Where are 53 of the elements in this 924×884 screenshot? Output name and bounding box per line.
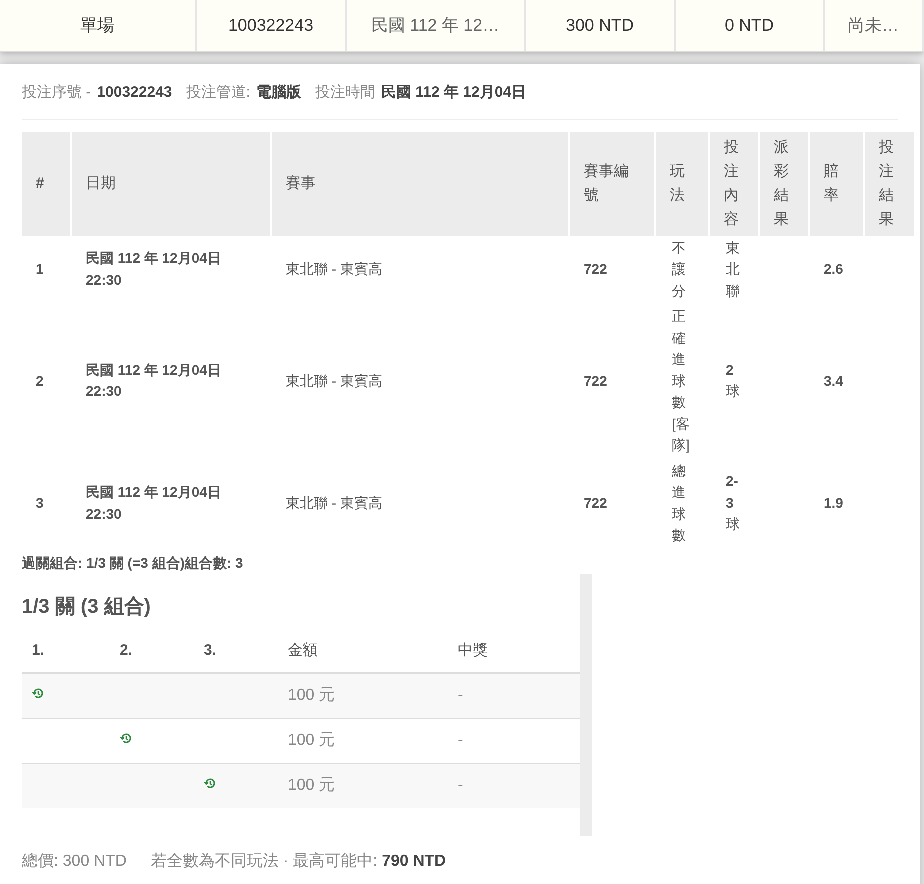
column-header: 賽事編號	[570, 132, 654, 236]
table-cell-text: 1.9	[823, 494, 844, 513]
info-value: 民國 112 年 12月04日	[381, 84, 527, 101]
max-win-label: 若全數為不同玩法 · 最高可能中:	[150, 852, 378, 870]
table-cell: 100 元	[278, 763, 448, 808]
column-header: 派彩結果	[760, 132, 808, 236]
summary-cell: 300 NTD	[526, 0, 676, 51]
info-label: 投注序號 -	[22, 84, 92, 101]
table-cell: -	[448, 763, 580, 808]
table-cell-text: 722	[583, 372, 608, 390]
summary-cell: 單場	[0, 0, 197, 51]
column-header: 投注內容	[710, 132, 758, 236]
info-label: 投注管道:	[186, 84, 250, 101]
column-header: #	[22, 132, 70, 236]
column-header: 日期	[72, 132, 270, 236]
column-header: 賽事	[272, 132, 568, 236]
table-cell-text: 3	[35, 494, 45, 513]
scrollbar[interactable]	[580, 574, 592, 836]
table-cell-text: 2 球	[725, 360, 741, 402]
table-cell-text: 2-3 球	[725, 472, 741, 534]
table-cell-text: 民國 112 年 12月04日 22:30	[85, 483, 222, 524]
table-cell-text: 東北聯 - 東賓高	[285, 260, 384, 279]
table-cell: -	[448, 673, 580, 718]
column-header: 投注結果	[865, 132, 914, 236]
table-cell-text: 2.6	[823, 260, 844, 279]
combination-summary: 過關組合: 1/3 關 (=3 組合)組合數: 3	[22, 554, 244, 573]
summary-cell: 民國 112 年 12…	[347, 0, 526, 51]
table-cell-text: 3.4	[823, 372, 844, 390]
table-cell: 100 元	[278, 673, 448, 718]
total-label: 總價:	[22, 852, 58, 870]
info-label: 投注時間	[315, 84, 376, 101]
max-win-value: 790 NTD	[382, 852, 446, 870]
column-header: 玩法	[656, 132, 708, 236]
table-cell-text: 東北聯 - 東賓高	[285, 494, 384, 513]
table-cell-text: 不讓分	[671, 238, 687, 300]
table-cell-text: 2	[35, 372, 45, 390]
table-cell-text: 民國 112 年 12月04日 22:30	[85, 360, 222, 402]
info-value: 100322243	[97, 84, 172, 101]
summary-cell: 尚未…	[825, 0, 924, 51]
table-cell-text: 民國 112 年 12月04日 22:30	[85, 249, 222, 290]
column-header: 賠率	[810, 132, 863, 236]
info-value: 電腦版	[256, 84, 302, 101]
table-cell-text: 東北聯	[725, 238, 741, 300]
total-value: 300 NTD	[62, 852, 127, 870]
table-cell-text: 東北聯 - 東賓高	[285, 372, 384, 390]
combination-title: 1/3 關 (3 組合)	[22, 594, 152, 620]
table-cell-text: 722	[583, 494, 608, 513]
summary-cell: 0 NTD	[676, 0, 825, 51]
table-cell-text: 總進球數	[671, 462, 687, 545]
table-cell-text: 正確進球數[客隊]	[671, 307, 691, 455]
table-cell-text: 722	[583, 260, 608, 279]
summary-cell: 100322243	[197, 0, 347, 51]
table-cell-text: 1	[35, 260, 45, 279]
